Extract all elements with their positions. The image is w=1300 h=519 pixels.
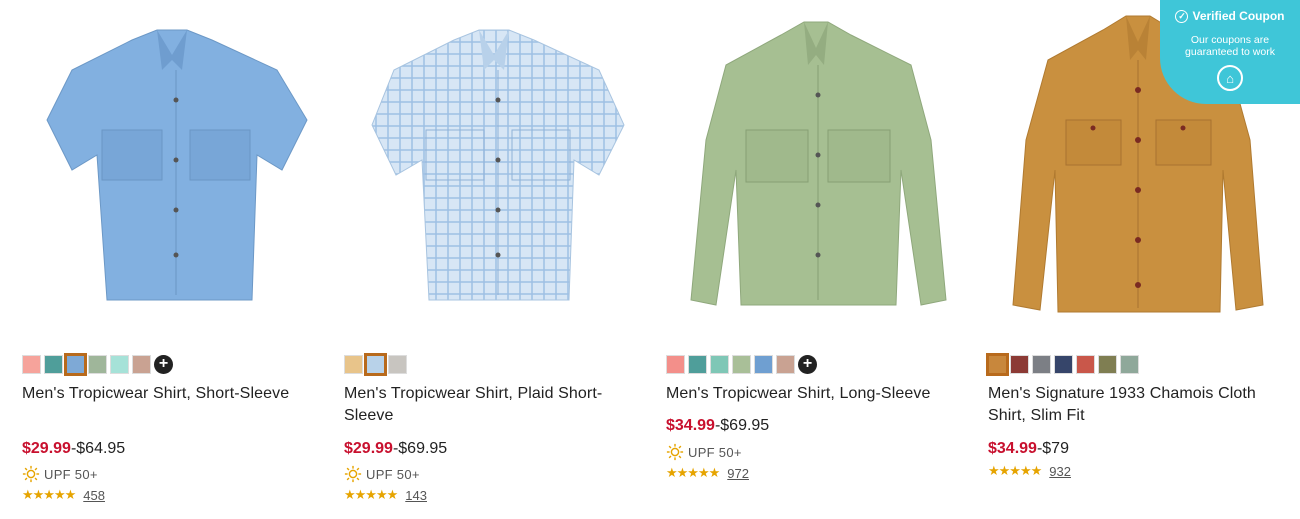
product-title[interactable]: Men's Tropicwear Shirt, Plaid Short-Slee…	[344, 383, 644, 427]
color-swatch[interactable]	[344, 355, 363, 374]
color-swatch[interactable]	[110, 355, 129, 374]
regular-price: -$79	[1036, 440, 1069, 457]
color-swatch[interactable]	[1076, 355, 1095, 374]
sun-icon	[22, 465, 40, 483]
color-swatch[interactable]	[132, 355, 151, 374]
sale-price: $34.99	[988, 440, 1037, 457]
color-swatch[interactable]	[710, 355, 729, 374]
regular-price: -$64.95	[70, 440, 126, 457]
sale-price: $29.99	[344, 440, 393, 457]
verified-coupon-badge[interactable]: ✓ Verified Coupon Our coupons are guaran…	[1160, 0, 1300, 104]
color-swatch[interactable]	[22, 355, 41, 374]
color-swatch[interactable]	[44, 355, 63, 374]
coupon-header: ✓ Verified Coupon	[1160, 9, 1300, 23]
review-count[interactable]: 972	[727, 466, 749, 481]
upf-label: UPF 50+	[366, 466, 420, 482]
coupon-subtitle: Our coupons are guaranteed to work	[1185, 34, 1275, 58]
color-swatch[interactable]	[732, 355, 751, 374]
star-rating: ★★★★★	[988, 463, 1042, 478]
upf-badge: UPF 50+	[666, 443, 742, 461]
price: $29.99-$69.95	[344, 439, 447, 459]
product-image[interactable]	[334, 0, 654, 330]
color-swatch[interactable]	[64, 353, 87, 376]
star-rating: ★★★★★	[22, 487, 76, 502]
sale-price: $34.99	[666, 417, 715, 434]
coupon-logo-icon[interactable]: ⌂	[1217, 65, 1243, 91]
price: $34.99-$79	[988, 439, 1069, 459]
product-grid: + Men's Tropicwear Shirt, Short-Sleeve $…	[0, 0, 1300, 519]
color-swatch[interactable]	[88, 355, 107, 374]
color-swatch[interactable]	[776, 355, 795, 374]
color-swatch[interactable]	[364, 353, 387, 376]
product-image[interactable]	[12, 0, 332, 330]
upf-badge: UPF 50+	[22, 465, 98, 483]
rating[interactable]: ★★★★★ 458	[22, 487, 105, 503]
color-swatch[interactable]	[666, 355, 685, 374]
coupon-title: Verified Coupon	[1192, 9, 1285, 23]
color-swatch[interactable]	[388, 355, 407, 374]
rating[interactable]: ★★★★★ 143	[344, 487, 427, 503]
plus-icon[interactable]: +	[798, 355, 817, 374]
rating[interactable]: ★★★★★ 972	[666, 465, 749, 481]
color-swatch[interactable]	[1032, 355, 1051, 374]
rating[interactable]: ★★★★★ 932	[988, 463, 1071, 479]
color-swatches: +	[666, 355, 817, 374]
check-circle-icon: ✓	[1175, 9, 1189, 23]
upf-label: UPF 50+	[688, 444, 742, 460]
color-swatch[interactable]	[1120, 355, 1139, 374]
upf-badge: UPF 50+	[344, 465, 420, 483]
sale-price: $29.99	[22, 440, 71, 457]
color-swatches: +	[22, 353, 173, 376]
color-swatch[interactable]	[1098, 355, 1117, 374]
review-count[interactable]: 143	[405, 488, 427, 503]
review-count[interactable]: 458	[83, 488, 105, 503]
price: $34.99-$69.95	[666, 416, 769, 436]
color-swatch[interactable]	[986, 353, 1009, 376]
product-title[interactable]: Men's Tropicwear Shirt, Short-Sleeve	[22, 383, 322, 405]
regular-price: -$69.95	[392, 440, 448, 457]
product-image[interactable]	[656, 0, 976, 330]
sun-icon	[344, 465, 362, 483]
sun-icon	[666, 443, 684, 461]
product-card[interactable]: Men's Tropicwear Shirt, Plaid Short-Slee…	[344, 0, 644, 519]
star-rating: ★★★★★	[666, 465, 720, 480]
plus-icon[interactable]: +	[154, 355, 173, 374]
upf-label: UPF 50+	[44, 466, 98, 482]
color-swatch[interactable]	[754, 355, 773, 374]
color-swatch[interactable]	[688, 355, 707, 374]
color-swatch[interactable]	[1054, 355, 1073, 374]
color-swatches	[986, 353, 1139, 376]
color-swatch[interactable]	[1010, 355, 1029, 374]
price: $29.99-$64.95	[22, 439, 125, 459]
color-swatches	[344, 353, 407, 376]
review-count[interactable]: 932	[1049, 464, 1071, 479]
regular-price: -$69.95	[714, 417, 770, 434]
product-title[interactable]: Men's Signature 1933 Chamois Cloth Shirt…	[988, 383, 1288, 427]
product-title[interactable]: Men's Tropicwear Shirt, Long-Sleeve	[666, 383, 966, 405]
product-card[interactable]: + Men's Tropicwear Shirt, Short-Sleeve $…	[22, 0, 322, 519]
product-card[interactable]: + Men's Tropicwear Shirt, Long-Sleeve $3…	[666, 0, 966, 519]
star-rating: ★★★★★	[344, 487, 398, 502]
